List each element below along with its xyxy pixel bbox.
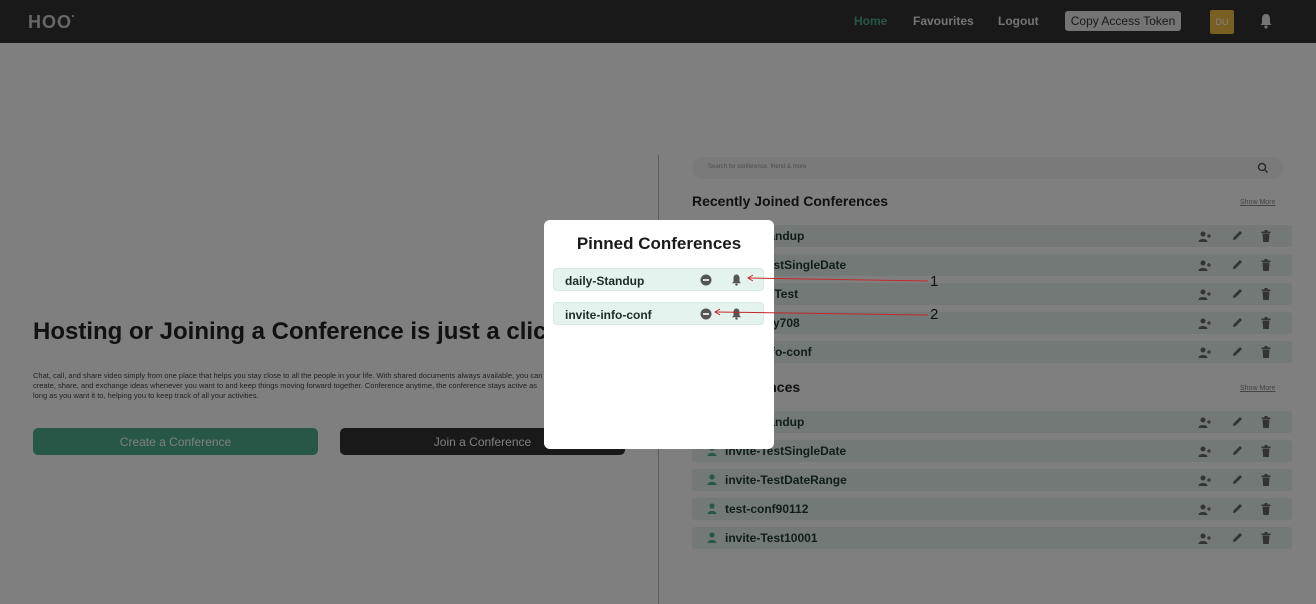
pinned-conference-name: daily-Standup [565,274,645,288]
pinned-conference-row[interactable]: daily-Standup [553,268,764,291]
bell-icon[interactable] [731,308,742,320]
pinned-conferences-modal: Pinned Conferences daily-Standup invite-… [544,220,774,449]
unpin-icon[interactable] [700,274,712,286]
pinned-conference-name: invite-info-conf [565,308,652,322]
modal-title: Pinned Conferences [576,234,742,253]
pinned-conference-row[interactable]: invite-info-conf [553,302,764,325]
annotation-label-2: 2 [930,306,939,323]
annotation-label-1: 1 [930,273,939,290]
unpin-icon[interactable] [700,308,712,320]
bell-icon[interactable] [731,274,742,286]
